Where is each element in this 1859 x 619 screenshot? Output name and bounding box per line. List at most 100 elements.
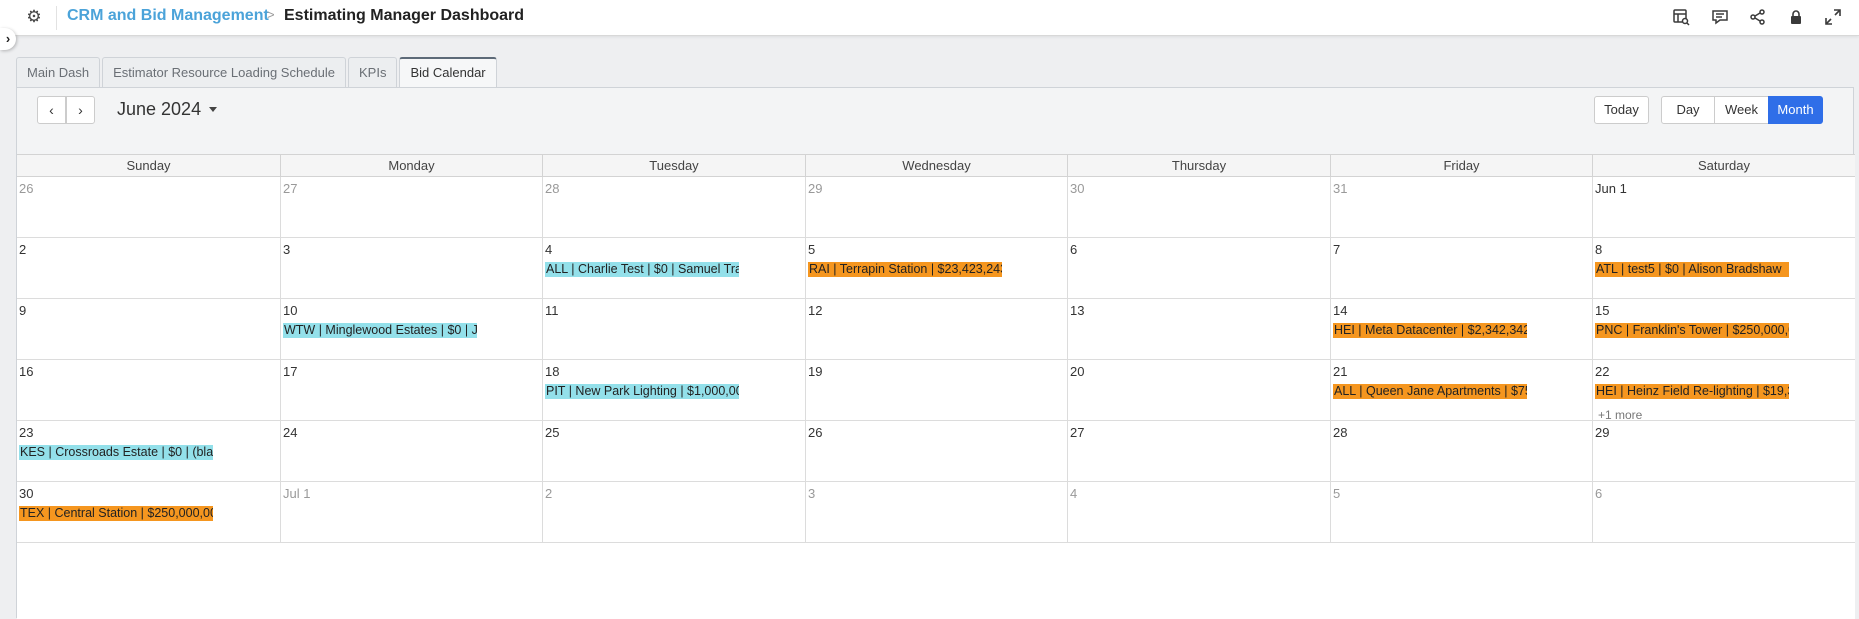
calendar-event[interactable]: ATL | test5 | $0 | Alison Bradshaw	[1595, 262, 1789, 277]
day-number[interactable]: 28	[1333, 425, 1347, 440]
day-number[interactable]: 13	[1070, 303, 1084, 318]
day-cell[interactable]: 30 TEX | Central Station | $250,000,000 |…	[17, 482, 280, 542]
lock-icon[interactable]	[1785, 6, 1807, 28]
day-number[interactable]: 11	[545, 303, 559, 318]
day-cell[interactable]: 19	[805, 360, 1067, 420]
day-number[interactable]: 5	[1333, 486, 1340, 501]
day-number[interactable]: 9	[19, 303, 26, 318]
sidebar-toggle-button[interactable]: ›	[0, 28, 16, 50]
day-number[interactable]: 12	[808, 303, 822, 318]
day-cell[interactable]: 25	[542, 421, 805, 481]
month-view-button[interactable]: Month	[1768, 96, 1823, 124]
day-cell[interactable]: 4 ALL | Charlie Test | $0 | Samuel Trachy	[542, 238, 805, 298]
day-number[interactable]: 2	[19, 242, 26, 257]
day-number[interactable]: 29	[1595, 425, 1609, 440]
share-icon[interactable]	[1747, 6, 1769, 28]
day-number[interactable]: 6	[1070, 242, 1077, 257]
calendar-event[interactable]: ALL | Charlie Test | $0 | Samuel Trachy	[545, 262, 739, 277]
gear-icon[interactable]: ⚙	[24, 7, 44, 27]
day-number[interactable]: 2	[545, 486, 552, 501]
day-cell[interactable]: 5 RAI | Terrapin Station | $23,423,243 | …	[805, 238, 1067, 298]
tab-bid-calendar[interactable]: Bid Calendar	[399, 57, 497, 87]
calendar-event[interactable]: KES | Crossroads Estate | $0 | (blank)	[19, 445, 213, 460]
day-cell[interactable]: 21 ALL | Queen Jane Apartments | $750,00	[1330, 360, 1592, 420]
day-number[interactable]: Jun 1	[1595, 181, 1627, 196]
day-cell[interactable]: 17	[280, 360, 542, 420]
calendar-event[interactable]: RAI | Terrapin Station | $23,423,243 | R…	[808, 262, 1002, 277]
breadcrumb-link[interactable]: CRM and Bid Management	[67, 7, 269, 25]
day-cell[interactable]: 6	[1067, 238, 1330, 298]
day-cell[interactable]: 22 HEI | Heinz Field Re-lighting | $19,34…	[1592, 360, 1855, 422]
day-number[interactable]: 20	[1070, 364, 1084, 379]
day-cell[interactable]: 28	[542, 177, 805, 237]
next-month-button[interactable]: ›	[66, 96, 95, 124]
day-cell[interactable]: 2	[542, 482, 805, 542]
day-number[interactable]: 7	[1333, 242, 1340, 257]
day-number[interactable]: 25	[545, 425, 559, 440]
day-number[interactable]: 28	[545, 181, 559, 196]
fullscreen-icon[interactable]	[1822, 6, 1844, 28]
day-cell[interactable]: Jul 1	[280, 482, 542, 542]
day-cell[interactable]: 14 HEI | Meta Datacenter | $2,342,342,342	[1330, 299, 1592, 359]
day-cell[interactable]: 10 WTW | Minglewood Estates | $0 | Josep	[280, 299, 542, 359]
day-number[interactable]: 27	[1070, 425, 1084, 440]
day-number[interactable]: 6	[1595, 486, 1602, 501]
day-cell[interactable]: 29	[805, 177, 1067, 237]
day-number[interactable]: 15	[1595, 303, 1609, 318]
tab-estimator-resource-loading-schedule[interactable]: Estimator Resource Loading Schedule	[102, 57, 346, 87]
calendar-event[interactable]: ALL | Queen Jane Apartments | $750,00	[1333, 384, 1527, 399]
day-view-button[interactable]: Day	[1661, 96, 1715, 124]
day-cell[interactable]: 6	[1592, 482, 1855, 542]
day-number[interactable]: 30	[19, 486, 33, 501]
day-number[interactable]: 3	[283, 242, 290, 257]
day-number[interactable]: 16	[19, 364, 33, 379]
day-cell[interactable]: 26	[805, 421, 1067, 481]
day-number[interactable]: 21	[1333, 364, 1347, 379]
caret-down-icon[interactable]	[209, 107, 217, 112]
day-cell[interactable]: 15 PNC | Franklin's Tower | $250,000,000 …	[1592, 299, 1855, 359]
calendar-event[interactable]: HEI | Heinz Field Re-lighting | $19,342,…	[1595, 384, 1789, 399]
day-cell[interactable]: 12	[805, 299, 1067, 359]
report-search-icon[interactable]	[1670, 6, 1692, 28]
day-number[interactable]: 26	[808, 425, 822, 440]
day-cell[interactable]: 28	[1330, 421, 1592, 481]
day-cell[interactable]: 4	[1067, 482, 1330, 542]
day-cell[interactable]: 24	[280, 421, 542, 481]
day-cell[interactable]: 9	[17, 299, 280, 359]
day-number[interactable]: 5	[808, 242, 815, 257]
prev-month-button[interactable]: ‹	[37, 96, 66, 124]
day-cell[interactable]: 20	[1067, 360, 1330, 420]
day-number[interactable]: 24	[283, 425, 297, 440]
day-cell[interactable]: 26	[17, 177, 280, 237]
calendar-event[interactable]: PIT | New Park Lighting | $1,000,000 | R	[545, 384, 739, 399]
day-cell[interactable]: 27	[280, 177, 542, 237]
day-number[interactable]: 8	[1595, 242, 1602, 257]
day-number[interactable]: 22	[1595, 364, 1609, 379]
day-cell[interactable]: 29	[1592, 421, 1855, 481]
day-number[interactable]: 31	[1333, 181, 1347, 196]
day-number[interactable]: 18	[545, 364, 559, 379]
month-selector[interactable]: June 2024	[117, 99, 201, 120]
day-number[interactable]: 4	[545, 242, 552, 257]
day-cell[interactable]: 30	[1067, 177, 1330, 237]
day-cell[interactable]: Jun 1	[1592, 177, 1855, 237]
day-number[interactable]: 3	[808, 486, 815, 501]
day-cell[interactable]: 23 KES | Crossroads Estate | $0 | (blank)	[17, 421, 280, 481]
day-cell[interactable]: 3	[280, 238, 542, 298]
day-number[interactable]: 27	[283, 181, 297, 196]
day-number[interactable]: 19	[808, 364, 822, 379]
day-number[interactable]: 29	[808, 181, 822, 196]
day-cell[interactable]: 31	[1330, 177, 1592, 237]
day-cell[interactable]: 7	[1330, 238, 1592, 298]
day-number[interactable]: 14	[1333, 303, 1347, 318]
day-cell[interactable]: 18 PIT | New Park Lighting | $1,000,000 |…	[542, 360, 805, 420]
day-number[interactable]: 23	[19, 425, 33, 440]
day-cell[interactable]: 13	[1067, 299, 1330, 359]
tab-main-dash[interactable]: Main Dash	[16, 57, 101, 87]
day-cell[interactable]: 3	[805, 482, 1067, 542]
day-cell[interactable]: 16	[17, 360, 280, 420]
day-cell[interactable]: 8 ATL | test5 | $0 | Alison Bradshaw	[1592, 238, 1855, 298]
week-view-button[interactable]: Week	[1714, 96, 1769, 124]
calendar-event[interactable]: PNC | Franklin's Tower | $250,000,000 |	[1595, 323, 1789, 338]
day-number[interactable]: 17	[283, 364, 297, 379]
